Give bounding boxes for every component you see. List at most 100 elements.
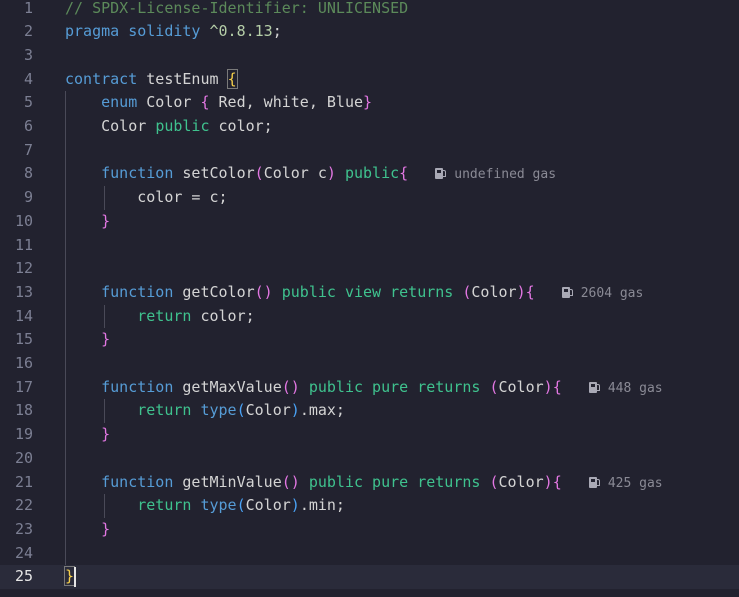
- code-token: getMaxValue: [182, 377, 282, 396]
- gas-estimate-hint: 425 gas: [588, 475, 663, 491]
- line-number: 20: [14, 448, 33, 467]
- code-line[interactable]: 8 function setColor(Color c) public{ und…: [0, 162, 739, 186]
- fuel-pump-icon: [561, 286, 573, 298]
- code-text: enum Color { Red, white, Blue}: [65, 91, 372, 115]
- code-line[interactable]: 19 }: [0, 423, 739, 447]
- code-token: ;: [272, 22, 282, 41]
- code-text: color = c;: [65, 186, 228, 210]
- gas-estimate-hint: 2604 gas: [561, 286, 643, 301]
- code-token: function: [65, 164, 183, 183]
- code-text: function getMinValue() public pure retur…: [65, 471, 663, 496]
- line-number: 8: [23, 164, 33, 183]
- code-line[interactable]: 2 pragma solidity ^0.8.13;: [0, 20, 739, 44]
- code-line[interactable]: 10 }: [0, 210, 739, 234]
- code-text: }: [65, 328, 110, 352]
- code-line[interactable]: 20: [0, 447, 739, 471]
- code-line[interactable]: 14 return color;: [0, 305, 739, 329]
- code-token: returns: [390, 282, 463, 301]
- code-token: ): [543, 377, 553, 396]
- text-cursor: [74, 567, 76, 587]
- code-line[interactable]: 1 // SPDX-License-Identifier: UNLICENSED: [0, 0, 739, 20]
- line-number: 4: [23, 69, 33, 88]
- code-token: return: [65, 306, 201, 325]
- code-text: Color public color;: [65, 115, 273, 139]
- code-token: returns: [417, 472, 490, 491]
- line-number: 21: [14, 472, 33, 491]
- code-line[interactable]: 3: [0, 44, 739, 68]
- code-line[interactable]: 7: [0, 139, 739, 163]
- code-token: testEnum: [146, 69, 228, 88]
- code-line[interactable]: 6 Color public color;: [0, 115, 739, 139]
- code-token: ^0.8.13: [209, 22, 273, 41]
- code-token: function: [65, 472, 183, 491]
- code-line[interactable]: 21 function getMinValue() public pure re…: [0, 471, 739, 495]
- fuel-pump-icon: [588, 476, 600, 488]
- code-token: contract: [65, 69, 147, 88]
- code-line[interactable]: 13 function getColor() public view retur…: [0, 281, 739, 305]
- code-line[interactable]: 18 return type(Color).max;: [0, 399, 739, 423]
- code-line[interactable]: 22 return type(Color).min;: [0, 494, 739, 518]
- code-line[interactable]: 23 }: [0, 518, 739, 542]
- code-line[interactable]: 9 color = c;: [0, 186, 739, 210]
- code-text: return type(Color).min;: [65, 494, 345, 518]
- code-editor[interactable]: 1 // SPDX-License-Identifier: UNLICENSED 2…: [0, 0, 739, 597]
- code-line[interactable]: 4 contract testEnum {: [0, 68, 739, 92]
- code-token: (: [489, 377, 499, 396]
- code-token: Color: [498, 472, 544, 491]
- code-token: ): [290, 496, 300, 515]
- code-token: {: [200, 93, 210, 112]
- code-token: }: [65, 519, 111, 538]
- code-line[interactable]: 15 }: [0, 328, 739, 352]
- code-token: Color: [146, 93, 201, 112]
- code-token: public view: [272, 282, 391, 301]
- line-number: 2: [23, 22, 33, 41]
- code-line[interactable]: 17 function getMaxValue() public pure re…: [0, 376, 739, 400]
- code-token: enum: [65, 93, 147, 112]
- line-number: 24: [14, 543, 33, 562]
- code-line[interactable]: 24: [0, 542, 739, 566]
- code-text: pragma solidity ^0.8.13;: [65, 20, 282, 44]
- code-token: {: [525, 282, 535, 301]
- code-token: function: [65, 282, 183, 301]
- line-number: 16: [14, 354, 33, 372]
- gas-estimate-text: 448 gas: [607, 380, 663, 396]
- code-token: Color: [245, 401, 291, 420]
- code-text: function getMaxValue() public pure retur…: [65, 376, 663, 401]
- code-token: .max;: [299, 401, 345, 420]
- code-line[interactable]: 25}: [0, 565, 739, 589]
- fuel-pump-icon: [435, 167, 447, 180]
- code-token: color;: [218, 117, 273, 135]
- code-token: (): [281, 377, 300, 396]
- code-token: }: [63, 566, 76, 587]
- code-token: pragma solidity: [65, 22, 210, 41]
- code-token: Color: [498, 377, 544, 396]
- code-token: Color: [245, 496, 291, 515]
- code-token: function: [65, 377, 183, 396]
- line-number: 12: [14, 259, 33, 278]
- code-line[interactable]: 5 enum Color { Red, white, Blue}: [0, 91, 739, 115]
- code-token: ): [543, 472, 553, 491]
- gas-estimate-text: 425 gas: [607, 475, 663, 491]
- code-token: {: [399, 164, 409, 183]
- line-number: 10: [14, 211, 33, 230]
- code-token: (: [236, 401, 246, 420]
- code-token: }: [65, 211, 111, 230]
- gas-estimate-hint: 448 gas: [588, 380, 663, 396]
- line-number: 15: [14, 330, 33, 349]
- line-number: 5: [23, 93, 33, 112]
- line-number: 18: [14, 401, 33, 420]
- code-token: color = c;: [65, 188, 228, 207]
- line-number: 1: [23, 0, 33, 17]
- code-text: // SPDX-License-Identifier: UNLICENSED: [65, 0, 408, 20]
- line-number: 14: [14, 306, 33, 325]
- line-number: 23: [14, 519, 33, 538]
- code-line[interactable]: 12: [0, 257, 739, 281]
- line-number: 9: [23, 188, 33, 207]
- code-line[interactable]: 16: [0, 352, 739, 376]
- code-token: getMinValue: [182, 472, 282, 491]
- fuel-pump-icon: [588, 381, 600, 393]
- code-line[interactable]: 11: [0, 234, 739, 258]
- code-token: public pure: [299, 472, 418, 491]
- code-token: // SPDX-License-Identifier: UNLICENSED: [65, 0, 409, 17]
- code-token: Color: [471, 282, 517, 301]
